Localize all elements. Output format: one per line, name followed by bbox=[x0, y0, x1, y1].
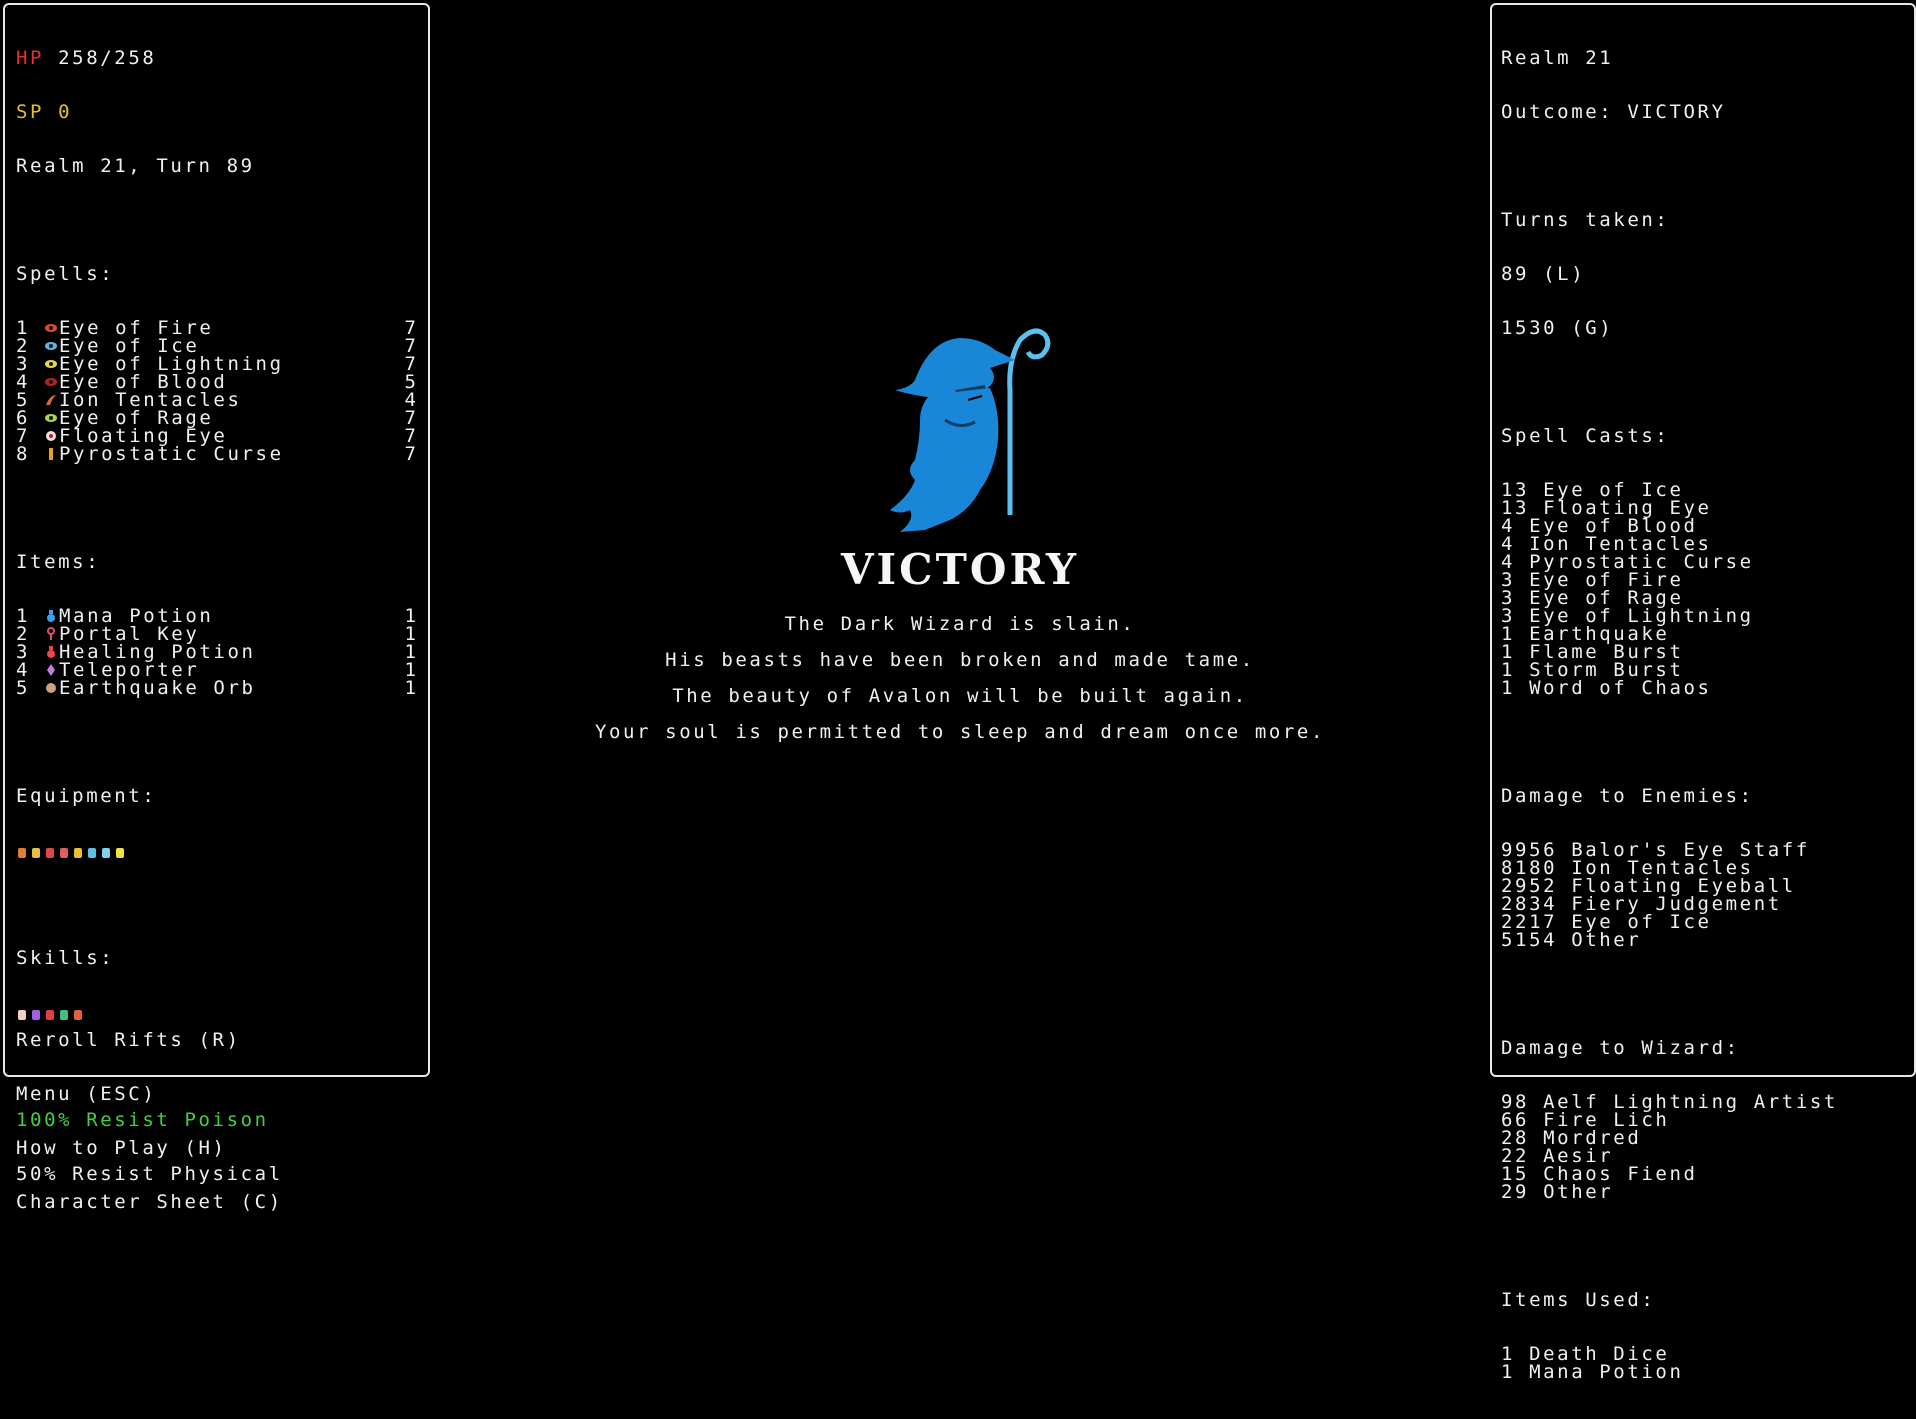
spell-cast-entry: 1 Word of Chaos bbox=[1501, 677, 1712, 699]
damage-enemies-header: Damage to Enemies: bbox=[1501, 785, 1754, 807]
realm-turn: Realm 21, Turn 89 bbox=[16, 155, 255, 177]
turns-header: Turns taken: bbox=[1501, 209, 1670, 231]
stats-realm: Realm 21 bbox=[1501, 47, 1614, 69]
inventory-item-name: Earthquake Orb bbox=[59, 677, 256, 699]
inventory-item[interactable]: 5 Earthquake Orb 1 bbox=[16, 677, 426, 699]
tentacle-icon bbox=[44, 392, 58, 406]
damage-wizard-header: Damage to Wizard: bbox=[1501, 1037, 1740, 1059]
mana-potion-icon bbox=[44, 608, 58, 622]
skills-header: Skills: bbox=[16, 947, 115, 969]
spells-header: Spells: bbox=[16, 263, 115, 285]
items-header: Items: bbox=[16, 551, 101, 573]
inventory-item-count: 1 bbox=[404, 677, 416, 699]
spell-item-number: 8 bbox=[16, 443, 31, 465]
teleporter-icon bbox=[44, 662, 58, 676]
wizard-icon bbox=[890, 328, 1051, 532]
items-used-list: 1 Death Dice 1 Mana Potion bbox=[1501, 1343, 1911, 1383]
how-to-play-button[interactable]: How to Play (H) bbox=[16, 1139, 426, 1158]
damage-wizard-list: 98 Aelf Lightning Artist 66 Fire Lich 28 M… bbox=[1501, 1093, 1911, 1203]
rage-eye-icon bbox=[44, 410, 58, 424]
victory-message: His beasts have been broken and made tam… bbox=[665, 649, 1255, 671]
staff-icon[interactable] bbox=[17, 844, 27, 858]
spell-casts-list: 13 Eye of Ice 13 Floating Eye 4 Eye of Blo… bbox=[1501, 481, 1911, 699]
turns-local: 89 (L) bbox=[1501, 263, 1586, 285]
victory-message: The Dark Wizard is slain. bbox=[784, 613, 1136, 635]
mask-icon[interactable] bbox=[45, 844, 55, 858]
victory-message: Your soul is permitted to sleep and drea… bbox=[594, 721, 1326, 743]
key-icon bbox=[44, 626, 58, 640]
spell-item-count: 7 bbox=[404, 443, 416, 465]
sp-row: SP 0 bbox=[16, 101, 426, 123]
blood-eye-icon bbox=[44, 374, 58, 388]
sp-label: SP bbox=[16, 101, 45, 123]
floating-eye-icon bbox=[44, 428, 58, 442]
healing-potion-icon bbox=[44, 644, 58, 658]
spell-item[interactable]: 8 Pyrostatic Curse 7 bbox=[16, 443, 426, 465]
victory-message: The beauty of Avalon will be built again… bbox=[672, 685, 1248, 707]
stats-outcome: Outcome: VICTORY bbox=[1501, 101, 1726, 123]
character-sheet-button[interactable]: Character Sheet (C) bbox=[16, 1193, 426, 1212]
victory-messages: The Dark Wizard is slain. His beasts have… bbox=[430, 606, 1490, 750]
turns-global: 1530 (G) bbox=[1501, 317, 1614, 339]
skull-icon[interactable] bbox=[59, 844, 69, 858]
snake-icon[interactable] bbox=[73, 844, 83, 858]
damage-wizard-entry: 29 Other bbox=[1501, 1181, 1614, 1203]
item-used-entry: 1 Mana Potion bbox=[1501, 1361, 1684, 1383]
equipment-icons bbox=[16, 841, 426, 859]
spell-casts-header: Spell Casts: bbox=[1501, 425, 1670, 447]
damage-enemy-entry: 5154 Other bbox=[1501, 929, 1642, 951]
orb-icon bbox=[44, 680, 58, 694]
spell-list: 1 Eye of Fire 7 2 Eye of Ice 7 3 Eye of Lightni… bbox=[16, 319, 426, 465]
spell-item-name: Pyrostatic Curse bbox=[59, 443, 284, 465]
wand-icon[interactable] bbox=[101, 844, 111, 858]
sp-value: 0 bbox=[58, 101, 73, 123]
curse-icon bbox=[44, 446, 58, 460]
damage-enemies-list: 9956 Balor's Eye Staff 8180 Ion Tentacles… bbox=[1501, 841, 1911, 951]
equipment-header: Equipment: bbox=[16, 785, 157, 807]
hp-row: HP 258/258 bbox=[16, 47, 426, 69]
menu-button[interactable]: Menu (ESC) bbox=[16, 1085, 426, 1104]
items-used-header: Items Used: bbox=[1501, 1289, 1656, 1311]
wand-icon[interactable] bbox=[87, 844, 97, 858]
reroll-rifts-button[interactable]: Reroll Rifts (R) bbox=[16, 1031, 426, 1050]
hp-label: HP bbox=[16, 47, 45, 69]
stats-panel: Realm 21 Outcome: VICTORY Turns taken: 8… bbox=[1490, 3, 1916, 1382]
item-list: 1 Mana Potion 1 2 Portal Key 1 3 Healing Potion… bbox=[16, 607, 426, 699]
hp-value: 258/258 bbox=[58, 47, 157, 69]
victory-screen: VICTORY The Dark Wizard is slain. His bea… bbox=[430, 320, 1490, 750]
inventory-item-number: 5 bbox=[16, 677, 31, 699]
amulet-icon[interactable] bbox=[31, 844, 41, 858]
lightning-eye-icon bbox=[44, 356, 58, 370]
victory-title: VICTORY bbox=[840, 545, 1080, 594]
fire-eye-icon bbox=[44, 320, 58, 334]
ring-icon[interactable] bbox=[115, 844, 125, 858]
character-panel: HP 258/258 SP 0 Realm 21, Turn 89 Spells… bbox=[3, 3, 430, 1212]
item-used-entry: 1 Death Dice bbox=[1501, 1343, 1670, 1365]
ice-eye-icon bbox=[44, 338, 58, 352]
